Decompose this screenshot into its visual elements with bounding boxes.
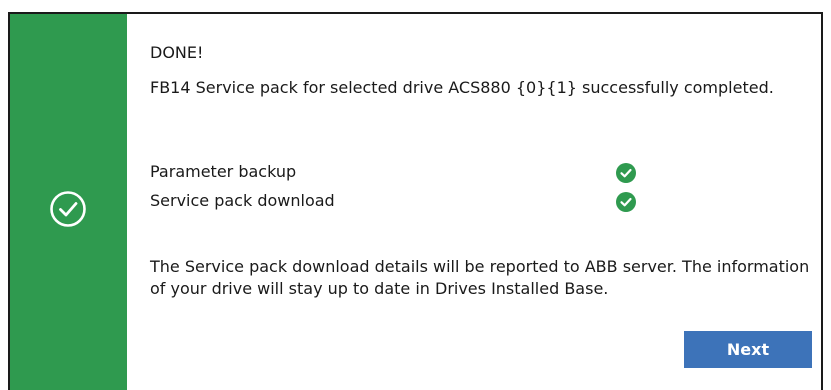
report-info-text: The Service pack download details will b… xyxy=(150,257,810,298)
check-icon xyxy=(616,163,636,183)
check-circle-icon xyxy=(50,191,86,227)
step-label: Parameter backup xyxy=(150,162,297,181)
next-button[interactable]: Next xyxy=(684,331,812,368)
check-icon xyxy=(616,192,636,212)
status-side-panel xyxy=(10,14,127,390)
step-label: Service pack download xyxy=(150,191,335,210)
service-pack-done-dialog: DONE! FB14 Service pack for selected dri… xyxy=(8,12,823,390)
step-row-parameter-backup: Parameter backup xyxy=(150,161,670,185)
step-row-service-pack-download: Service pack download xyxy=(150,190,670,214)
done-title: DONE! xyxy=(150,43,204,62)
completion-message: FB14 Service pack for selected drive ACS… xyxy=(150,78,774,97)
